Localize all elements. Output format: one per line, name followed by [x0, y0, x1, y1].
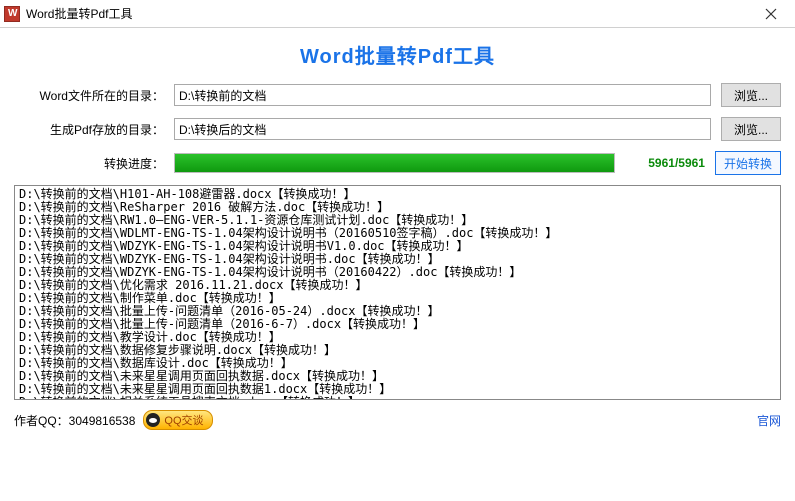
page-title: Word批量转Pdf工具 — [14, 40, 781, 69]
app-icon — [4, 6, 20, 22]
progress-bar — [174, 153, 615, 173]
qq-chat-badge[interactable]: QQ交谈 — [143, 410, 212, 430]
progress-label: 转换进度： — [14, 155, 164, 172]
author-label: 作者QQ：3049816538 — [14, 412, 135, 429]
close-button[interactable] — [753, 3, 789, 25]
log-output[interactable]: D:\转换前的文档\H101-AH-108避雷器.docx【转换成功！】 D:\… — [14, 185, 781, 400]
site-link[interactable]: 官网 — [757, 412, 781, 429]
start-button[interactable]: 开始转换 — [715, 151, 781, 175]
browse-source-button[interactable]: 浏览... — [721, 83, 781, 107]
browse-dest-button[interactable]: 浏览... — [721, 117, 781, 141]
progress-row: 转换进度： 5961/5961 开始转换 — [14, 151, 781, 175]
qq-penguin-icon — [146, 413, 160, 427]
footer: 作者QQ：3049816538 QQ交谈 官网 — [0, 404, 795, 436]
source-dir-input[interactable] — [174, 84, 711, 106]
dest-row: 生成Pdf存放的目录： 浏览... — [14, 117, 781, 141]
source-row: Word文件所在的目录： 浏览... — [14, 83, 781, 107]
close-icon — [765, 8, 777, 20]
dest-dir-label: 生成Pdf存放的目录： — [14, 121, 164, 138]
source-dir-label: Word文件所在的目录： — [14, 87, 164, 104]
dest-dir-input[interactable] — [174, 118, 711, 140]
qq-chat-label: QQ交谈 — [164, 412, 203, 428]
progress-count: 5961/5961 — [635, 156, 705, 170]
window-title: Word批量转Pdf工具 — [26, 5, 753, 22]
titlebar: Word批量转Pdf工具 — [0, 0, 795, 28]
progress-fill — [175, 154, 614, 172]
content: Word批量转Pdf工具 Word文件所在的目录： 浏览... 生成Pdf存放的… — [0, 28, 795, 404]
